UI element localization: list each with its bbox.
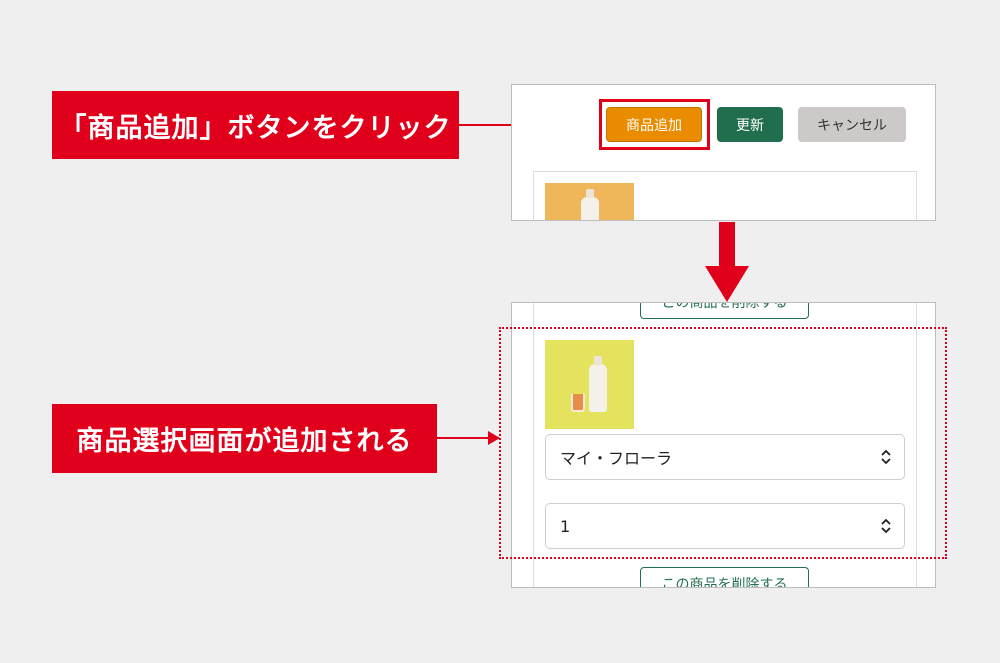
update-button[interactable]: 更新 [717,107,783,142]
product-image [545,183,634,220]
callout-product-selection-added: 商品選択画面が追加される [52,404,437,473]
highlight-new-product-area [499,327,947,559]
callout-click-add-product: 「商品追加」ボタンをクリック [52,91,459,159]
add-product-button[interactable]: 商品追加 [606,107,702,142]
arrow-down-icon [705,222,749,302]
cancel-button[interactable]: キャンセル [798,107,906,142]
arrow-right-icon [437,431,500,445]
delete-product-button[interactable]: この商品を削除する [640,567,809,587]
delete-product-button[interactable]: この商品を削除する [640,303,809,319]
order-edit-panel-top: 商品追加 更新 キャンセル [511,84,936,221]
